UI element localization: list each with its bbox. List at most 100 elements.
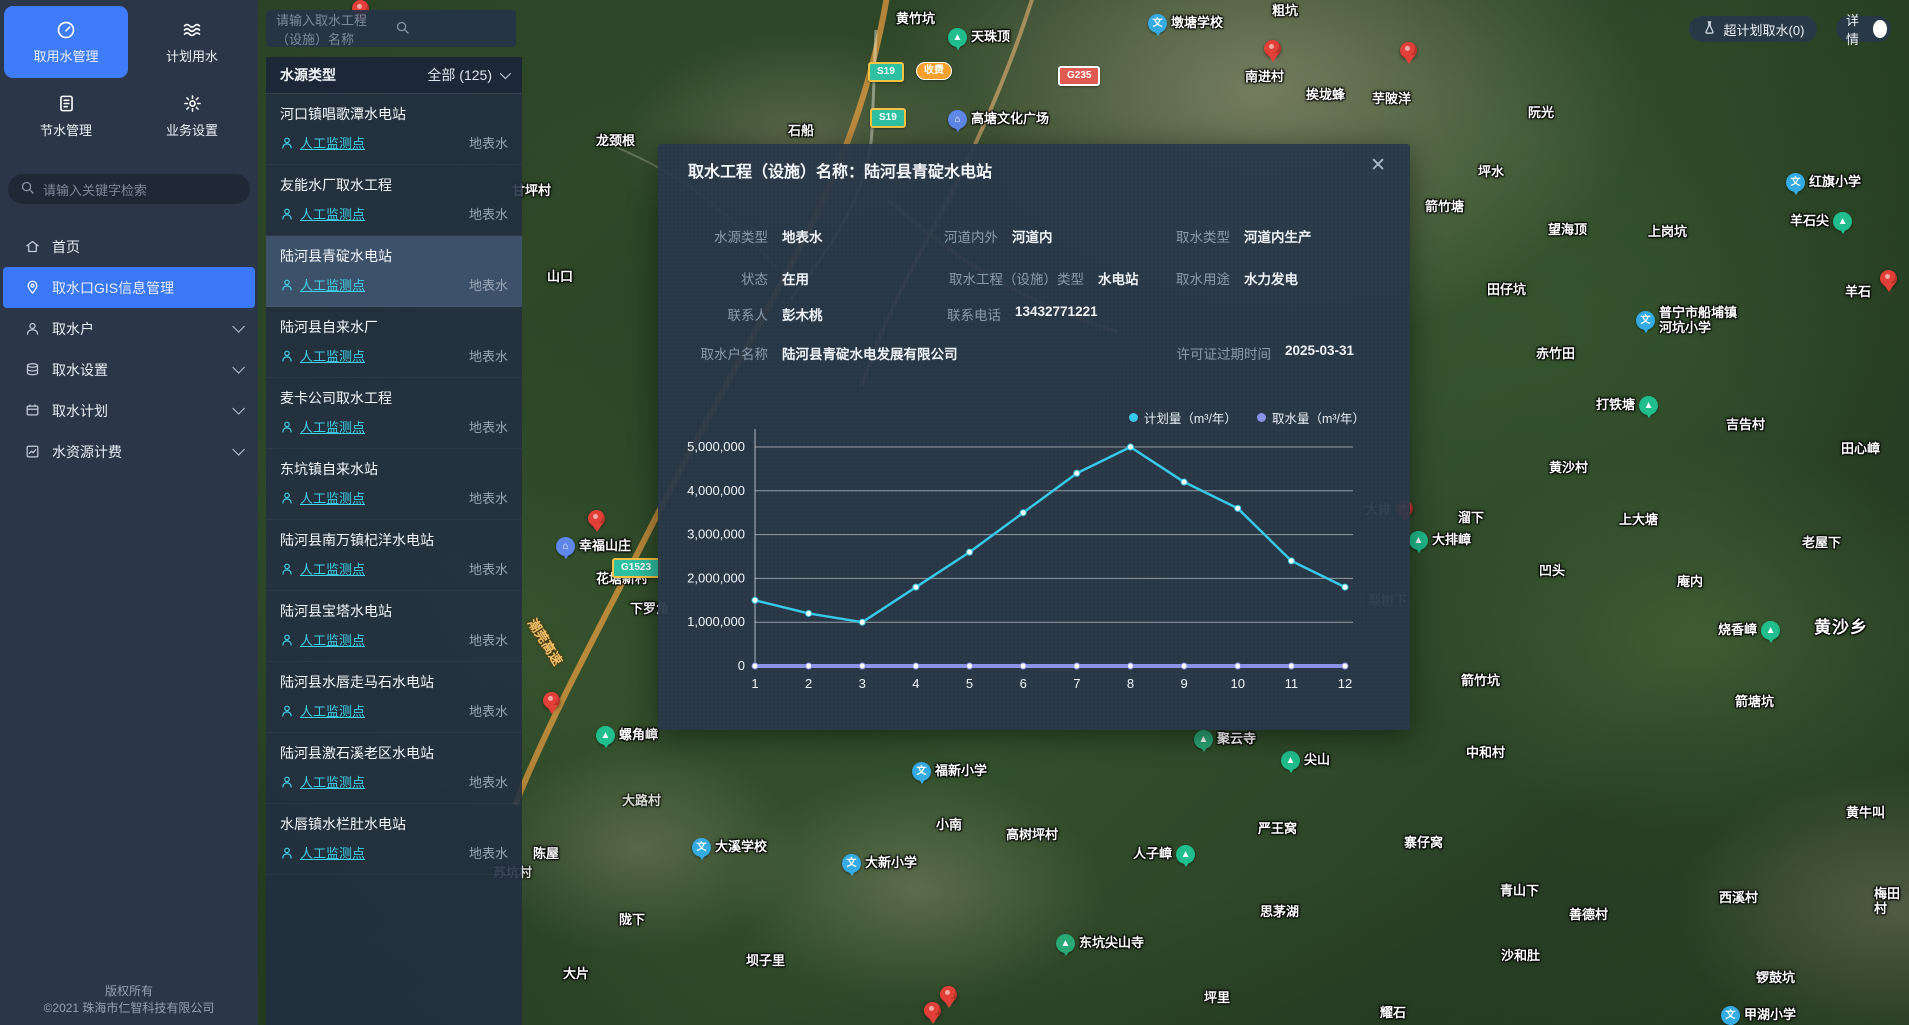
map-poi-text: 大排嶂 xyxy=(1432,533,1471,548)
menu-item-5[interactable]: 取水计划 xyxy=(3,390,255,431)
map-poi-text: 陈屋 xyxy=(533,847,559,862)
station-list-item[interactable]: 陆河县青碇水电站 人工监测点 地表水 xyxy=(266,236,522,307)
map-poi-label: 羊石 xyxy=(1845,285,1871,300)
station-search-placeholder: 请输入取水工程（设施）名称 xyxy=(276,10,387,48)
map-poi-text: 大路村 xyxy=(622,794,661,809)
detail-toggle[interactable]: 详情 xyxy=(1836,16,1891,42)
field-value: 在用 xyxy=(782,268,809,288)
station-list-item[interactable]: 陆河县宝塔水电站 人工监测点 地表水 xyxy=(266,591,522,662)
station-list-item[interactable]: 水唇镇水栏肚水电站 人工监测点 地表水 xyxy=(266,804,522,875)
station-list-item[interactable]: 友能水厂取水工程 人工监测点 地表水 xyxy=(266,165,522,236)
module-tab-2[interactable]: 计划用水 xyxy=(130,6,254,78)
modal-field: 取水类型河道内生产 xyxy=(1158,226,1312,246)
sidebar: 取用水管理计划用水节水管理 业务设置 请输入关键字检索 首页取水口GIS信息管理取… xyxy=(0,0,258,1025)
svg-text:4: 4 xyxy=(912,676,919,691)
manual-monitor-link[interactable]: 人工监测点 xyxy=(300,417,365,436)
module-label: 计划用水 xyxy=(166,46,218,65)
station-list-item[interactable]: 麦卡公司取水工程 人工监测点 地表水 xyxy=(266,378,522,449)
map-poi-text: 龙颈根 xyxy=(596,134,635,149)
keyword-search-placeholder: 请输入关键字检索 xyxy=(43,180,147,199)
over-plan-intake-label: 超计划取水(0) xyxy=(1724,20,1805,39)
manual-monitor-link[interactable]: 人工监测点 xyxy=(300,559,365,578)
intake-point-pin-icon[interactable] xyxy=(588,510,605,527)
close-icon[interactable]: ✕ xyxy=(1370,156,1386,175)
map-poi-label: 吉告村 xyxy=(1726,418,1765,433)
map-poi-text: 大新小学 xyxy=(865,856,917,871)
search-icon[interactable] xyxy=(395,20,506,38)
filter-dropdown[interactable]: 全部 (125) xyxy=(427,65,508,85)
intake-point-pin-icon[interactable] xyxy=(1880,270,1897,287)
home-icon xyxy=(25,239,40,254)
menu-item-2[interactable]: 取水口GIS信息管理 xyxy=(3,267,255,308)
svg-text:8: 8 xyxy=(1127,676,1134,691)
map-poi-text: 锣鼓坑 xyxy=(1756,971,1795,986)
module-tab-3[interactable]: 节水管理 xyxy=(4,80,128,152)
field-label: 水源类型 xyxy=(700,226,768,246)
map-poi-text: 粗坑 xyxy=(1272,4,1298,19)
road-badge: S19 xyxy=(870,108,906,128)
svg-text:4,000,000: 4,000,000 xyxy=(687,483,745,498)
manual-monitor-link[interactable]: 人工监测点 xyxy=(300,701,365,720)
map-poi-text: 红旗小学 xyxy=(1809,175,1861,190)
manual-monitor-link[interactable]: 人工监测点 xyxy=(300,488,365,507)
gauge-icon xyxy=(56,20,76,40)
menu-item-3[interactable]: 取水户 xyxy=(3,308,255,349)
map-poi-label: 思茅湖 xyxy=(1260,905,1299,920)
map-poi-label: 老屋下 xyxy=(1802,536,1841,551)
manual-monitor-link[interactable]: 人工监测点 xyxy=(300,843,365,862)
field-label: 取水类型 xyxy=(1158,226,1230,246)
intake-point-pin-icon[interactable] xyxy=(940,986,957,1003)
map-poi-label: 坪里 xyxy=(1204,991,1230,1006)
mountain-icon: ▲ xyxy=(1639,396,1658,415)
map-poi-label: ▲螺角嶂 xyxy=(596,726,658,745)
modal-field: 取水户名称陆河县青碇水电发展有限公司 xyxy=(687,343,958,363)
menu-item-4[interactable]: 取水设置 xyxy=(3,349,255,390)
map-poi-label: 文大新小学 xyxy=(842,854,917,873)
intake-point-pin-icon[interactable] xyxy=(924,1002,941,1019)
svg-text:5,000,000: 5,000,000 xyxy=(687,439,745,454)
manual-monitor-link[interactable]: 人工监测点 xyxy=(300,204,365,223)
module-tab-1[interactable]: 取用水管理 xyxy=(4,6,128,78)
map-poi-text: 挨垅蜂 xyxy=(1306,88,1345,103)
map-poi-text: 耀石 xyxy=(1380,1006,1406,1021)
over-plan-intake-button[interactable]: 超计划取水(0) xyxy=(1689,16,1817,42)
station-list-item[interactable]: 陆河县南万镇杞洋水电站 人工监测点 地表水 xyxy=(266,520,522,591)
toggle-knob-icon[interactable] xyxy=(1873,20,1887,38)
intake-point-pin-icon[interactable] xyxy=(1264,40,1281,57)
field-value: 河道内生产 xyxy=(1244,226,1312,246)
station-list-item[interactable]: 河口镇唱歌潭水电站 人工监测点 地表水 xyxy=(266,94,522,165)
manual-monitor-link[interactable]: 人工监测点 xyxy=(300,346,365,365)
menu-item-1[interactable]: 首页 xyxy=(3,226,255,267)
svg-text:0: 0 xyxy=(738,658,745,673)
map-poi-text: 普宁市船埔镇 河坑小学 xyxy=(1659,306,1737,336)
intake-point-pin-icon[interactable] xyxy=(543,692,560,709)
school-icon: 文 xyxy=(692,838,711,857)
station-list-item[interactable]: 陆河县自来水厂 人工监测点 地表水 xyxy=(266,307,522,378)
manual-monitor-link[interactable]: 人工监测点 xyxy=(300,275,365,294)
station-list-item[interactable]: 东坑镇自来水站 人工监测点 地表水 xyxy=(266,449,522,520)
map-poi-label: 黄沙乡 xyxy=(1814,618,1868,638)
intake-point-pin-icon[interactable] xyxy=(1400,42,1417,59)
map-poi-label: ▲聚云寺 xyxy=(1194,730,1256,749)
field-value: 彭木桃 xyxy=(782,304,823,324)
station-search-input[interactable]: 请输入取水工程（设施）名称 xyxy=(266,10,516,47)
map-poi-text: 天珠顶 xyxy=(971,30,1010,45)
app-root: { "sidebar": { "modules": [ { "label": "… xyxy=(0,0,1909,1025)
manual-monitor-link[interactable]: 人工监测点 xyxy=(300,772,365,791)
module-label: 节水管理 xyxy=(40,120,92,139)
manual-monitor-link[interactable]: 人工监测点 xyxy=(300,133,365,152)
modal-title: 取水工程（设施）名称：陆河县青碇水电站 xyxy=(688,158,992,182)
map-poi-text: 箭竹坑 xyxy=(1461,674,1500,689)
map-poi-label: 陇下 xyxy=(619,913,645,928)
menu-item-6[interactable]: 水资源计费 xyxy=(3,431,255,472)
map-poi-text: 大片 xyxy=(563,967,589,982)
station-list-item[interactable]: 陆河县激石溪老区水电站 人工监测点 地表水 xyxy=(266,733,522,804)
manual-monitor-link[interactable]: 人工监测点 xyxy=(300,630,365,649)
module-tab-4[interactable]: 业务设置 xyxy=(130,80,254,152)
billing-icon xyxy=(25,444,40,459)
menu-label: 首页 xyxy=(52,237,80,257)
station-name: 水唇镇水栏肚水电站 xyxy=(280,814,508,834)
keyword-search-input[interactable]: 请输入关键字检索 xyxy=(8,174,250,204)
map-poi-label: 南进村 xyxy=(1245,70,1284,85)
station-list-item[interactable]: 陆河县水唇走马石水电站 人工监测点 地表水 xyxy=(266,662,522,733)
